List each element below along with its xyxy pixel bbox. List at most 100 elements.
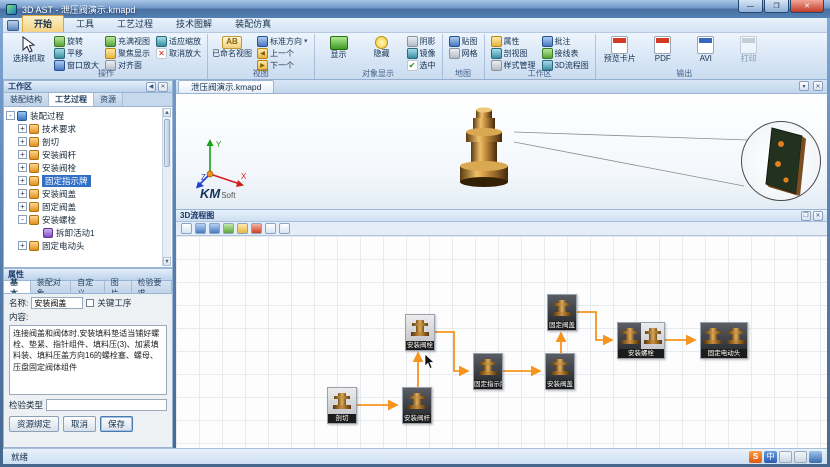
flowchart-node[interactable]: 安装螺栓 xyxy=(617,322,665,359)
tree-item[interactable]: +安装阀栓 xyxy=(6,161,162,174)
tab-process[interactable]: 工艺过程 xyxy=(106,16,164,32)
expander-icon[interactable]: - xyxy=(18,215,27,224)
save-button[interactable]: 保存 xyxy=(100,416,133,432)
flowchart-node[interactable]: 安装阀盖 xyxy=(545,353,575,390)
tree-item[interactable]: -安装螺栓 xyxy=(6,213,162,226)
lock-icon[interactable] xyxy=(279,223,290,234)
flowchart-node[interactable]: 安装阀栓 xyxy=(405,314,435,351)
tree-item[interactable]: 拆卸活动1 xyxy=(6,226,162,239)
settings-wrench-icon[interactable] xyxy=(809,451,822,463)
select-tool-icon[interactable] xyxy=(181,223,192,234)
rotate-button[interactable]: 旋转 xyxy=(52,35,101,47)
key-process-checkbox[interactable] xyxy=(86,299,94,307)
flowchart-node[interactable]: 固定阀盖 xyxy=(547,294,577,331)
expander-icon[interactable]: + xyxy=(18,137,27,146)
flowchart-node[interactable]: 固定指示牌 xyxy=(473,353,503,390)
shadow-button[interactable]: 阴影 xyxy=(405,35,438,47)
pan-tool-icon[interactable] xyxy=(265,223,276,234)
hide-button[interactable]: 隐藏 xyxy=(362,35,402,59)
tab-assembly-simulation[interactable]: 装配仿真 xyxy=(224,16,282,32)
fill-view-button[interactable]: 充满视图 xyxy=(103,35,152,47)
flowchart-node[interactable]: 固定电动头 xyxy=(700,322,748,359)
tab-resources[interactable]: 资源 xyxy=(94,93,123,106)
tab-assembly-structure[interactable]: 装配结构 xyxy=(4,93,49,106)
tree-item[interactable]: -装配过程 xyxy=(6,109,162,122)
tree-item[interactable]: +安装阀杆 xyxy=(6,148,162,161)
restore-panel-icon[interactable]: ❐ xyxy=(801,211,811,221)
tree-scrollbar[interactable]: ▲ ▼ xyxy=(162,108,171,266)
zoom-out-icon[interactable] xyxy=(209,223,220,234)
content-textarea[interactable]: 连接阀盖和阀体时,安装填料垫适当铺好螺栓、垫紧、指针组件、填料压(3)、加紧填料… xyxy=(9,325,167,395)
pdf-button[interactable]: PDF xyxy=(643,35,683,64)
cancel-button[interactable]: 取消 xyxy=(63,416,96,432)
grid-button[interactable]: 网格 xyxy=(447,47,480,59)
fit-zoom-button[interactable]: 适应缩放 xyxy=(154,35,203,47)
thumbnail-map-button[interactable]: 贴图 xyxy=(447,35,480,47)
language-icon[interactable]: 中 xyxy=(764,451,777,463)
standard-orientation-button[interactable]: 标准方向▾ xyxy=(255,35,310,47)
expander-icon[interactable]: + xyxy=(18,241,27,250)
delete-node-icon[interactable] xyxy=(251,223,262,234)
3d-viewport[interactable]: Y X Z KMSoft xyxy=(176,94,827,210)
print-button[interactable]: 打印 xyxy=(729,35,769,64)
tab-list-icon[interactable]: ▾ xyxy=(799,81,809,91)
tree-item[interactable]: +安装阀盖 xyxy=(6,187,162,200)
close-button[interactable]: ✕ xyxy=(790,0,824,13)
tab-process-tree[interactable]: 工艺过程 xyxy=(49,93,94,106)
section-view-button[interactable]: 剖视图 xyxy=(489,47,538,59)
fit-view-icon[interactable] xyxy=(223,223,234,234)
tree-item[interactable]: +技术要求 xyxy=(6,122,162,135)
export-image-icon[interactable] xyxy=(237,223,248,234)
close-document-icon[interactable]: ✕ xyxy=(813,81,823,91)
flowchart-node[interactable]: 剖切 xyxy=(327,387,357,424)
inspection-type-input[interactable] xyxy=(46,399,167,411)
expander-icon[interactable]: + xyxy=(18,150,27,159)
properties-button[interactable]: 属性 xyxy=(489,35,538,47)
app-menu-icon[interactable] xyxy=(7,20,19,31)
minimize-button[interactable]: — xyxy=(738,0,763,13)
collapse-panel-icon[interactable]: ◀ xyxy=(146,82,156,92)
flowchart-node[interactable]: 安装阀杆 xyxy=(402,387,432,424)
expander-icon[interactable]: - xyxy=(6,111,15,120)
pan-button[interactable]: 平移 xyxy=(52,47,101,59)
close-panel-icon[interactable]: ✕ xyxy=(158,82,168,92)
show-button[interactable]: 显示 xyxy=(319,35,359,60)
tab-tools[interactable]: 工具 xyxy=(65,16,105,32)
tree-item[interactable]: +剖切 xyxy=(6,135,162,148)
tab-technical-illustration[interactable]: 技术图解 xyxy=(165,16,223,32)
valve-3d-model[interactable] xyxy=(452,107,516,197)
annotation-button[interactable]: 批注 xyxy=(540,35,591,47)
flowchart-canvas[interactable]: 剖切 安装阀杆 安装阀栓 固定指示牌 安装阀盖 固定阀盖 安装螺栓 固定电动头 xyxy=(176,236,827,448)
scrollbar-thumb[interactable] xyxy=(164,119,170,167)
focus-display-button[interactable]: 聚焦显示 xyxy=(103,47,152,59)
expander-icon[interactable]: + xyxy=(18,189,27,198)
close-flowchart-icon[interactable]: ✕ xyxy=(813,211,823,221)
document-tab[interactable]: 泄压阀演示.kmapd xyxy=(178,80,274,93)
preview-card-button[interactable]: 预览卡片 xyxy=(600,35,640,64)
avi-button[interactable]: AVI xyxy=(686,35,726,64)
keyboard-icon[interactable] xyxy=(779,451,792,463)
name-input[interactable] xyxy=(31,297,83,309)
mirror-button[interactable]: 镜像 xyxy=(405,47,438,59)
tree-item[interactable]: +固定阀盖 xyxy=(6,200,162,213)
resource-bind-button[interactable]: 资源绑定 xyxy=(9,416,59,432)
tab-start[interactable]: 开始 xyxy=(22,15,64,32)
toolbox-icon[interactable] xyxy=(794,451,807,463)
zoom-in-icon[interactable] xyxy=(195,223,206,234)
tree-item[interactable]: +固定电动头 xyxy=(6,239,162,252)
scroll-down-icon[interactable]: ▼ xyxy=(163,257,171,266)
flowchart-toolbar xyxy=(176,222,827,236)
wiring-table-button[interactable]: 接线表 xyxy=(540,47,591,59)
tree-item-selected[interactable]: +固定指示牌 xyxy=(6,174,162,187)
previous-view-button[interactable]: ◀上一个 xyxy=(255,47,310,59)
expander-icon[interactable]: + xyxy=(18,202,27,211)
expander-icon[interactable]: + xyxy=(18,163,27,172)
named-views-button[interactable]: AB 已命名视图 xyxy=(212,35,252,59)
maximize-button[interactable]: ❐ xyxy=(764,0,789,13)
cancel-zoom-button[interactable]: ✕取消放大 xyxy=(154,47,203,59)
expander-icon[interactable]: + xyxy=(18,176,27,185)
expander-icon[interactable]: + xyxy=(18,124,27,133)
sogou-input-icon[interactable]: S xyxy=(749,451,762,463)
select-grab-button[interactable]: 选择抓取 xyxy=(9,35,49,64)
scroll-up-icon[interactable]: ▲ xyxy=(163,108,171,117)
